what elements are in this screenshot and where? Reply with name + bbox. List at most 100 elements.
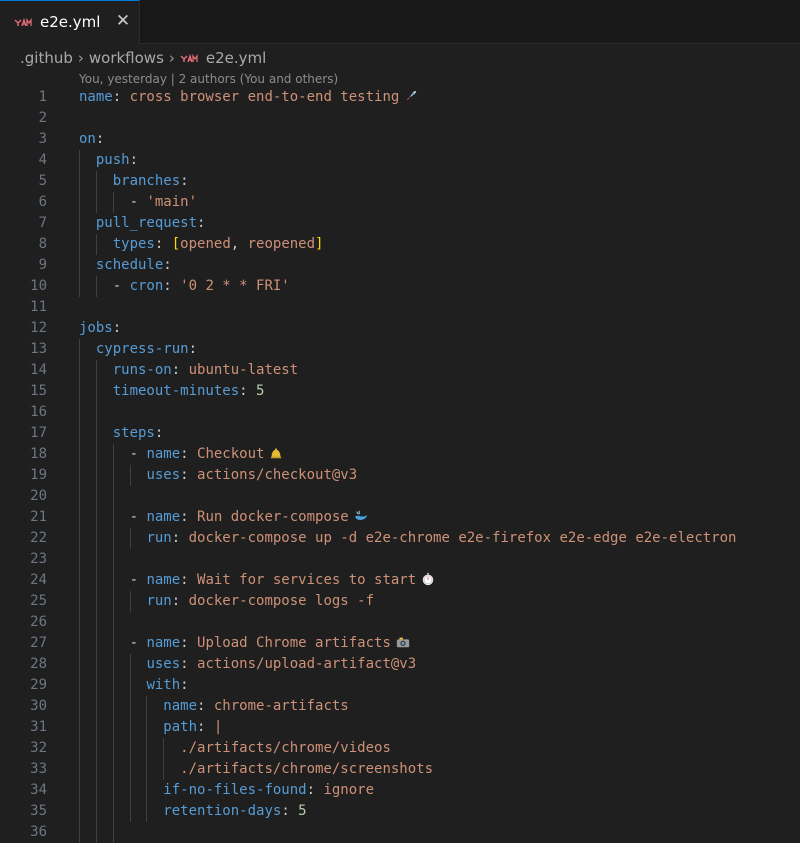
indent-guide (95, 381, 97, 402)
code-token: cypress-run (95, 341, 189, 357)
code-line[interactable]: 30 name: chrome-artifacts (0, 696, 800, 717)
code-line[interactable]: 34 if-no-files-found: ignore (0, 780, 800, 801)
code-line[interactable]: 14 runs-on: ubuntu-latest (0, 360, 800, 381)
code-token: pull_request (95, 215, 198, 231)
code-line[interactable]: 12 jobs: (0, 318, 800, 339)
code-line[interactable]: 6 - 'main' (0, 192, 800, 213)
indent-guide (129, 528, 131, 549)
code-line[interactable]: 31 path: | (0, 717, 800, 738)
indent-guide (163, 759, 165, 780)
indent-guide (112, 654, 114, 675)
code-line[interactable]: 7 pull_request: (0, 213, 800, 234)
code-line[interactable]: 17 steps: (0, 423, 800, 444)
code-token: cross browser end-to-end testing (129, 89, 400, 105)
code-line[interactable]: 19 uses: actions/checkout@v3 (0, 465, 800, 486)
indent-guide (79, 633, 80, 654)
code-line[interactable]: 28 uses: actions/upload-artifact@v3 (0, 654, 800, 675)
line-number: 30 (30, 698, 47, 714)
code-line[interactable]: 35 retention-days: 5 (0, 801, 800, 822)
indent-guide (163, 738, 165, 759)
tab-label: e2e.yml (40, 13, 101, 31)
breadcrumb-item-github[interactable]: .github (20, 49, 73, 67)
code-line[interactable]: 10 - cron: '0 2 * * FRI' (0, 276, 800, 297)
line-number: 31 (30, 719, 47, 735)
code-text: on: (79, 129, 104, 150)
breadcrumb-item-workflows[interactable]: workflows (89, 49, 164, 67)
code-text: name: chrome-artifacts (163, 696, 348, 717)
indent-guide (112, 570, 114, 591)
chevron-right-icon: › (168, 49, 175, 67)
code-token: if-no-files-found (163, 782, 307, 798)
code-line[interactable]: 18 - name: Checkout (0, 444, 800, 465)
code-token: , (230, 236, 248, 252)
code-line[interactable]: 27 - name: Upload Chrome artifacts (0, 633, 800, 654)
code-text: if-no-files-found: ignore (163, 780, 374, 801)
indent-guide (95, 528, 97, 549)
code-token: runs-on (112, 362, 172, 378)
code-line[interactable]: 5 branches: (0, 171, 800, 192)
code-line[interactable]: 25 run: docker-compose logs -f (0, 591, 800, 612)
code-line[interactable]: 20 (0, 486, 800, 507)
code-text: runs-on: ubuntu-latest (113, 360, 298, 381)
code-editor[interactable]: 1 name: cross browser end-to-end testing 2… (0, 87, 800, 843)
code-token: actions/checkout@v3 (197, 467, 358, 483)
code-token: ] (315, 236, 324, 252)
line-number: 29 (30, 677, 47, 693)
code-token: name (146, 446, 181, 462)
code-line[interactable]: 15 timeout-minutes: 5 (0, 381, 800, 402)
indent-guide (95, 234, 97, 255)
code-line[interactable]: 1 name: cross browser end-to-end testing (0, 87, 800, 108)
code-token: : (180, 446, 198, 462)
code-line[interactable]: 23 (0, 549, 800, 570)
code-line[interactable]: 3 on: (0, 129, 800, 150)
indent-guide (79, 612, 80, 633)
code-line[interactable]: 13 cypress-run: (0, 339, 800, 360)
indent-guide (112, 591, 114, 612)
code-line[interactable]: 33 ./artifacts/chrome/screenshots (0, 759, 800, 780)
close-icon[interactable]: ✕ (113, 11, 133, 31)
indent-guide (95, 801, 97, 822)
indent-guide (95, 360, 97, 381)
code-token: run (146, 530, 172, 546)
code-line[interactable]: 9 schedule: (0, 255, 800, 276)
code-token: Wait for services to start (197, 572, 417, 588)
code-line[interactable]: 8 types: [opened, reopened] (0, 234, 800, 255)
code-line[interactable]: 26 (0, 612, 800, 633)
indent-guide (112, 717, 114, 738)
code-token: - (129, 194, 147, 210)
code-line[interactable]: 22 run: docker-compose up -d e2e-chrome e… (0, 528, 800, 549)
git-blame-codelens[interactable]: You, yesterday | 2 authors (You and othe… (79, 72, 338, 86)
code-line[interactable]: 32 ./artifacts/chrome/videos (0, 738, 800, 759)
breadcrumb-item-file[interactable]: e2e.yml (206, 49, 266, 67)
code-token: : (180, 173, 189, 189)
code-text: with: (146, 675, 188, 696)
indent-guide (79, 696, 80, 717)
code-line[interactable]: 4 push: (0, 150, 800, 171)
code-line[interactable]: 24 - name: Wait for services to start (0, 570, 800, 591)
code-token: : (188, 341, 198, 357)
code-token: Upload Chrome artifacts (197, 635, 391, 651)
line-number: 26 (30, 614, 47, 630)
code-token: : (171, 362, 189, 378)
code-token: push (95, 152, 130, 168)
code-line[interactable]: 29 with: (0, 675, 800, 696)
code-text: types: [opened, reopened] (113, 234, 324, 255)
indent-guide (79, 150, 80, 171)
code-line[interactable]: 16 (0, 402, 800, 423)
indent-guide (79, 780, 80, 801)
code-line[interactable]: 21 - name: Run docker-compose (0, 507, 800, 528)
code-token: : (163, 257, 172, 273)
code-token: - (129, 635, 147, 651)
code-text: retention-days: 5 (163, 801, 306, 822)
indent-guide (95, 696, 97, 717)
code-token: : (239, 383, 257, 399)
code-line[interactable]: 11 (0, 297, 800, 318)
indent-guide (79, 171, 80, 192)
code-text: jobs: (79, 318, 121, 339)
code-token: : (95, 131, 105, 147)
tab-e2e-yml[interactable]: e2e.yml ✕ (0, 0, 140, 44)
indent-guide (112, 444, 114, 465)
indent-guide (79, 570, 80, 591)
code-line[interactable]: 2 (0, 108, 800, 129)
indent-guide (95, 654, 97, 675)
